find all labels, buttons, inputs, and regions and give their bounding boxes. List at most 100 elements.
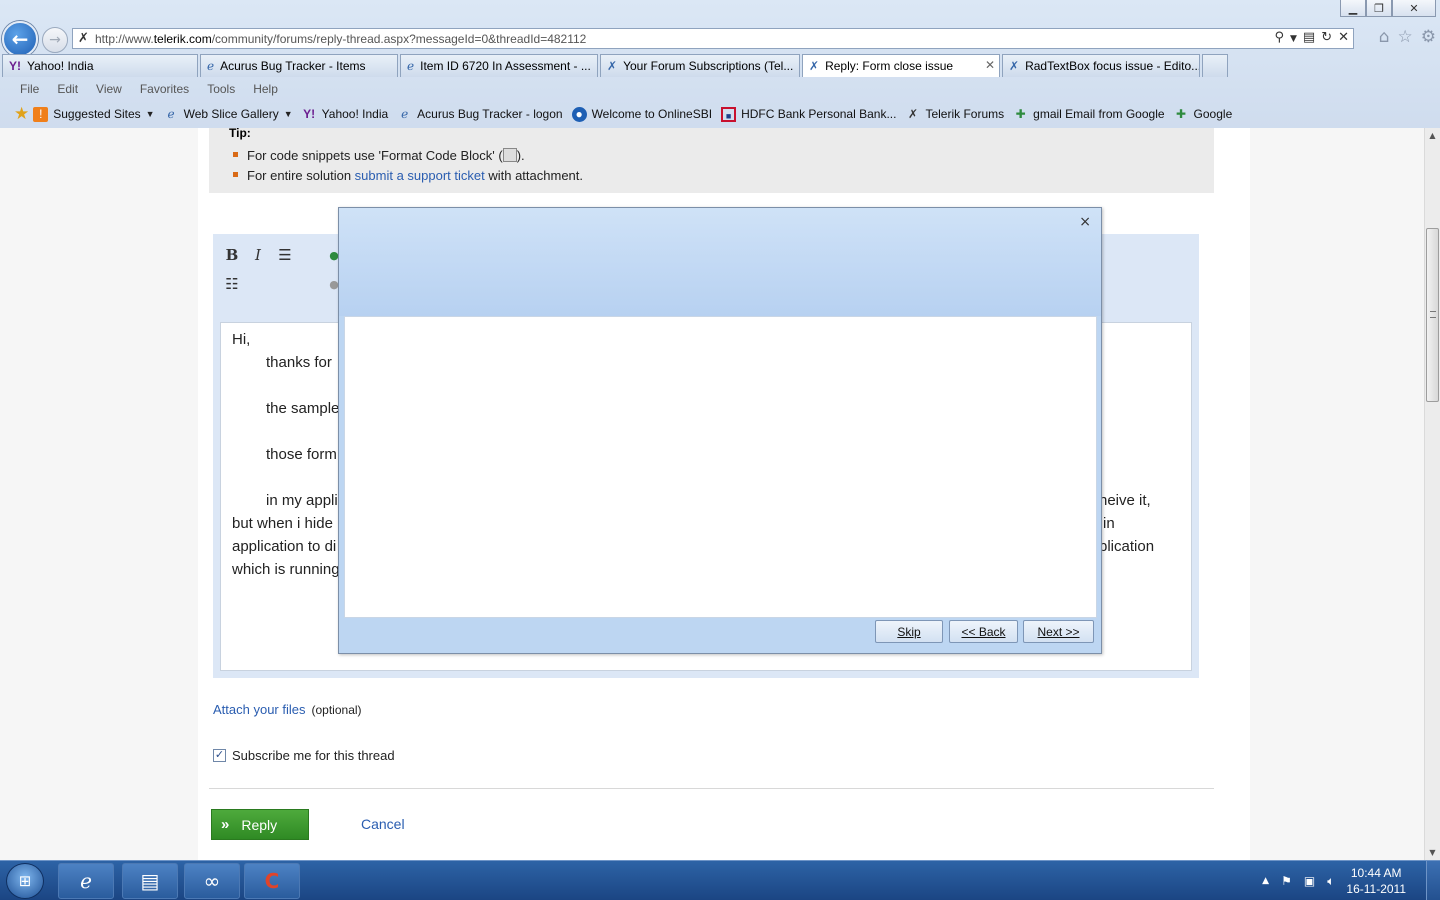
subscribe-checkbox[interactable]: ✓ — [213, 749, 226, 762]
fav-web-slice-gallery[interactable]: ℯ Web Slice Gallery ▼ — [164, 107, 293, 122]
scrollbar-thumb[interactable] — [1426, 228, 1439, 402]
new-tab-button[interactable] — [1202, 54, 1228, 77]
clock-time: 10:44 AM — [1350, 866, 1402, 880]
favorites-bar: ★ ! Suggested Sites ▼ ℯ Web Slice Galler… — [0, 101, 1440, 127]
favorites-star-icon[interactable]: ☆ — [1398, 27, 1413, 47]
telerik-icon: ✗ — [907, 106, 918, 121]
close-icon[interactable]: × — [1079, 214, 1091, 230]
tip-text: ). — [516, 148, 525, 163]
fav-google[interactable]: ✚ Google — [1174, 107, 1232, 122]
fav-yahoo-india[interactable]: Y! Yahoo! India — [302, 106, 388, 122]
fav-label: Acurus Bug Tracker - logon — [417, 107, 563, 121]
taskbar-file-explorer[interactable]: ▤ — [122, 863, 178, 899]
grip-icon — [1430, 311, 1436, 318]
editor-text-line: in my appli — [266, 492, 338, 509]
tab-yahoo-india[interactable]: Y! Yahoo! India — [2, 54, 198, 77]
cancel-link[interactable]: Cancel — [361, 816, 405, 832]
fav-onlinesbi[interactable]: ● Welcome to OnlineSBI — [571, 106, 713, 122]
start-button[interactable]: ⊞ — [6, 863, 44, 899]
format-code-block-icon — [502, 148, 517, 162]
yahoo-icon: Y! — [303, 106, 316, 121]
chevron-down-icon[interactable]: ▼ — [1290, 30, 1297, 48]
editor-text-line: application to di — [232, 538, 337, 555]
url-domain: telerik.com — [153, 32, 212, 46]
reply-button[interactable]: » Reply — [211, 809, 309, 840]
taskbar-internet-explorer[interactable]: ℯ — [58, 863, 114, 899]
fav-label: gmail Email from Google — [1033, 107, 1165, 121]
clock[interactable]: 10:44 AM 16-11-2011 — [1346, 865, 1406, 897]
address-bar[interactable]: ✗ http://www.telerik.com/community/forum… — [72, 28, 1354, 49]
tab-forum-subscriptions[interactable]: ✗ Your Forum Subscriptions (Tel... — [600, 54, 800, 77]
dialog-header: × — [339, 208, 1101, 316]
scroll-up-icon[interactable]: ▲ — [1425, 128, 1440, 143]
url-prefix: http://www. — [95, 32, 154, 46]
tab-acurus-bug-tracker[interactable]: ℯ Acurus Bug Tracker - Items — [200, 54, 398, 77]
unordered-list-button[interactable]: ☷ — [221, 273, 243, 295]
fav-telerik-forums[interactable]: ✗ Telerik Forums — [905, 107, 1004, 122]
back-button[interactable]: << Back — [949, 620, 1018, 643]
tip-title: Tip: — [229, 128, 251, 140]
editor-text-line: in — [1103, 515, 1115, 532]
close-tab-icon[interactable]: ✕ — [985, 58, 995, 72]
network-icon[interactable]: ▣ — [1304, 874, 1315, 888]
favorites-star-icon[interactable]: ★ — [14, 104, 29, 124]
italic-button[interactable]: I — [247, 244, 269, 266]
tab-label: Your Forum Subscriptions (Tel... — [623, 59, 794, 73]
scroll-down-icon[interactable]: ▼ — [1425, 845, 1440, 860]
taskbar-app[interactable]: C — [244, 863, 300, 899]
gear-icon[interactable]: ⚙ — [1421, 27, 1436, 47]
action-center-icon[interactable]: ⚑ — [1281, 874, 1292, 888]
menu-bar: File Edit View Favorites Tools Help — [0, 78, 1440, 100]
chevron-up-icon[interactable]: ▲ — [1262, 876, 1269, 886]
subscribe-row: ✓ Subscribe me for this thread — [213, 748, 395, 763]
back-button[interactable]: ← — [2, 21, 38, 57]
tab-reply-form-close-issue[interactable]: ✗ Reply: Form close issue ✕ — [802, 54, 1000, 77]
fav-gmail[interactable]: ✚ gmail Email from Google — [1013, 107, 1165, 122]
tab-item-id-6720[interactable]: ℯ Item ID 6720 In Assessment - ... — [400, 54, 598, 77]
forward-button[interactable]: → — [42, 27, 68, 53]
minimize-button[interactable]: ▁ — [1340, 0, 1366, 17]
close-window-button[interactable]: ✕ — [1392, 0, 1436, 17]
tip-support-ticket: For entire solution submit a support tic… — [233, 168, 583, 183]
fav-acurus-bug-tracker[interactable]: ℯ Acurus Bug Tracker - logon — [397, 107, 562, 122]
support-ticket-link[interactable]: submit a support ticket — [355, 168, 485, 183]
address-url[interactable]: http://www.telerik.com/community/forums/… — [95, 32, 586, 46]
page-scrollbar[interactable]: ▲ ▼ — [1424, 128, 1440, 860]
sbi-icon: ● — [571, 106, 587, 122]
system-tray: ▲ ⚑ ▣ 🔈︎ 10:44 AM 16-11-2011 — [1262, 861, 1406, 900]
stop-icon[interactable]: ✕ — [1338, 30, 1349, 48]
address-tools: ⚲ ▼ ▤ ↻ ✕ — [1274, 30, 1349, 48]
ordered-list-button[interactable]: ☰ — [274, 244, 296, 266]
search-icon[interactable]: ⚲ — [1274, 30, 1284, 48]
refresh-icon[interactable]: ↻ — [1321, 30, 1332, 48]
browser-chrome: ▁ ❐ ✕ ← → ✗ http://www.telerik.com/commu… — [0, 0, 1440, 128]
compatibility-view-icon[interactable]: ▤ — [1303, 30, 1315, 48]
fav-label: Welcome to OnlineSBI — [591, 107, 713, 121]
restore-button[interactable]: ❐ — [1366, 0, 1392, 17]
editor-text-line: those form — [266, 446, 337, 463]
menu-help[interactable]: Help — [253, 82, 278, 96]
fav-hdfc-bank[interactable]: ■ HDFC Bank Personal Bank... — [721, 106, 896, 122]
menu-favorites[interactable]: Favorites — [140, 82, 189, 96]
volume-icon[interactable]: 🔈︎ — [1327, 874, 1334, 889]
next-button[interactable]: Next >> — [1023, 620, 1094, 643]
tip-code-snippets: For code snippets use 'Format Code Block… — [233, 148, 525, 163]
menu-edit[interactable]: Edit — [57, 82, 78, 96]
tab-radtextbox-focus-issue[interactable]: ✗ RadTextBox focus issue - Edito... — [1002, 54, 1200, 77]
tab-label: Item ID 6720 In Assessment - ... — [420, 59, 591, 73]
editor-text-line: heive it, — [1099, 492, 1151, 509]
home-icon[interactable]: ⌂ — [1379, 27, 1390, 47]
editor-text-line: which is running — [232, 561, 340, 578]
show-desktop-button[interactable] — [1426, 861, 1440, 900]
skip-button[interactable]: Skip — [875, 620, 943, 643]
taskbar-visual-studio[interactable]: ∞ — [184, 863, 240, 899]
bold-button[interactable]: B — [221, 244, 243, 266]
menu-tools[interactable]: Tools — [207, 82, 235, 96]
window-controls: ▁ ❐ ✕ — [1340, 0, 1436, 18]
attach-files-link[interactable]: Attach your files — [213, 702, 306, 717]
menu-view[interactable]: View — [96, 82, 122, 96]
yahoo-icon: Y! — [9, 59, 21, 73]
menu-file[interactable]: File — [20, 82, 39, 96]
nav-icons: ⌂ ☆ ⚙ — [1379, 27, 1436, 47]
fav-suggested-sites[interactable]: ! Suggested Sites ▼ — [33, 106, 155, 122]
